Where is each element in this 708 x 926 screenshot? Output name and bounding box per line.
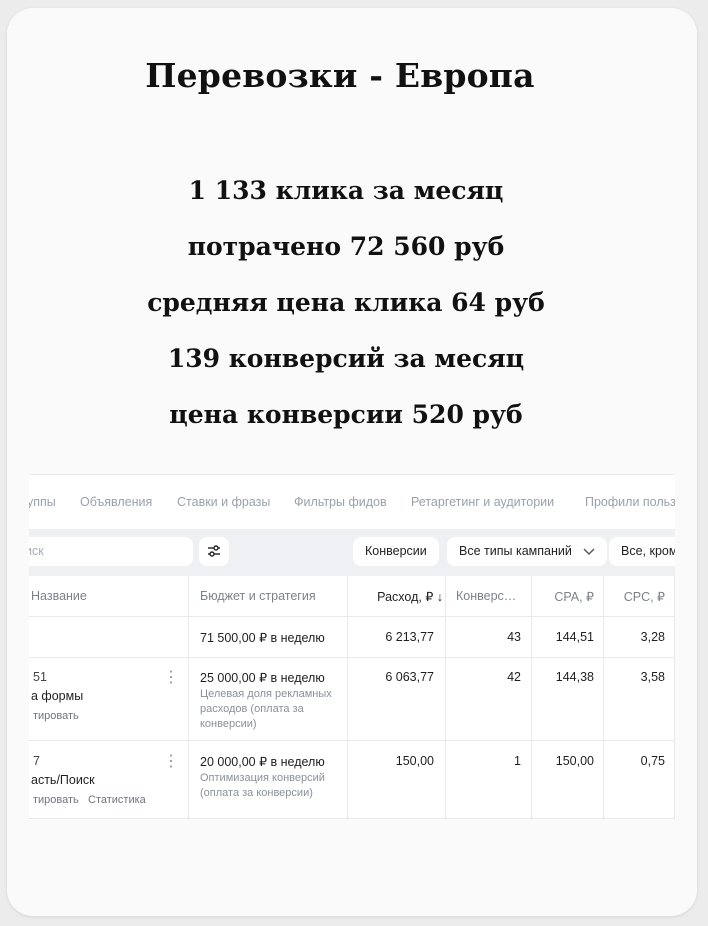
campaign-spend: 6 063,77 [385, 670, 434, 684]
search-input[interactable]: иск [29, 537, 193, 566]
page-title: Перевозки - Европа [145, 56, 535, 95]
campaign-spend: 150,00 [395, 754, 434, 768]
stats-list: 1 133 клика за месяц потрачено 72 560 ру… [7, 166, 697, 446]
campaign-id: 51 [33, 670, 47, 684]
card: Перевозки - Европа 1 133 клика за месяц … [7, 8, 697, 916]
total-spend: 6 213,77 [385, 630, 434, 644]
total-cpc: 3,28 [640, 630, 665, 644]
stat-conversions: 139 конверсий за месяц [167, 344, 525, 373]
campaign-types-dropdown[interactable]: Все типы кампаний [447, 537, 608, 566]
campaign-cpc: 3,58 [640, 670, 665, 684]
column-header-budget[interactable]: Бюджет и стратегия [200, 589, 316, 603]
campaign-budget: 25 000,00 ₽ в неделю [200, 671, 325, 685]
campaign-conversions: 42 [507, 670, 521, 684]
more-icon[interactable]: ⋮ [163, 754, 179, 770]
tab-ads[interactable]: Объявления [80, 495, 152, 509]
more-icon[interactable]: ⋮ [163, 670, 179, 686]
except-filter-label: Все, кроме [621, 544, 675, 558]
campaign-name[interactable]: асть/Поиск [31, 773, 95, 787]
tab-feed-filters[interactable]: Фильтры фидов [294, 495, 387, 509]
total-cpa: 144,51 [555, 630, 594, 644]
campaign-conversions: 1 [514, 754, 521, 768]
except-filter-dropdown[interactable]: Все, кроме [609, 537, 675, 566]
tab-bids-phrases[interactable]: Ставки и фразы [177, 495, 270, 509]
conversions-filter-chip[interactable]: Конверсии [353, 537, 439, 566]
edit-link[interactable]: тировать [33, 710, 79, 722]
campaign-strategy: Целевая доля рекламных расходов (оплата … [200, 688, 332, 730]
statistics-link[interactable]: Статистика [88, 794, 146, 806]
column-header-spend[interactable]: Расход, ₽ ↓ [347, 589, 443, 604]
chevron-down-icon [583, 548, 595, 555]
column-settings-button[interactable] [199, 537, 229, 566]
column-header-name[interactable]: Название [31, 589, 87, 603]
campaign-budget: 20 000,00 ₽ в неделю [200, 755, 325, 769]
total-budget: 71 500,00 ₽ в неделю [200, 631, 325, 645]
stat-avg-cpc: средняя цена клика 64 руб [147, 288, 545, 317]
column-header-conversions[interactable]: Конверс… [456, 589, 516, 603]
filter-bar: иск Конверсии Все типы кампаний [29, 529, 675, 576]
edit-link[interactable]: тировать [33, 794, 79, 806]
total-conversions: 43 [507, 630, 521, 644]
campaign-cpa: 144,38 [555, 670, 594, 684]
column-header-cpc[interactable]: CPC, ₽ [603, 589, 665, 604]
campaign-name[interactable]: а формы [31, 689, 83, 703]
campaigns-table: Название Бюджет и стратегия Расход, ₽ ↓ … [29, 576, 675, 820]
stat-spent: потрачено 72 560 руб [187, 232, 505, 261]
search-placeholder: иск [29, 544, 44, 558]
tab-groups[interactable]: уппы [29, 495, 56, 509]
stat-cost-per-conversion: цена конверсии 520 руб [169, 400, 523, 429]
campaign-types-label: Все типы кампаний [459, 544, 572, 558]
campaign-table-screenshot: уппы Объявления Ставки и фразы Фильтры ф… [29, 474, 675, 820]
campaign-cpa: 150,00 [555, 754, 594, 768]
campaign-strategy: Оптимизация конверсий (оплата за конверс… [200, 772, 325, 799]
tab-retargeting[interactable]: Ретаргетинг и аудитории [411, 495, 554, 509]
stat-clicks: 1 133 клика за месяц [188, 176, 504, 205]
campaign-cpc: 0,75 [640, 754, 665, 768]
campaign-id: 7 [33, 754, 40, 768]
conversions-chip-label: Конверсии [365, 544, 427, 558]
tab-user-profiles[interactable]: Профили польз [585, 495, 675, 509]
tabs-bar: уппы Объявления Ставки и фразы Фильтры ф… [29, 475, 675, 529]
sliders-icon [208, 545, 220, 557]
column-header-cpa[interactable]: CPA, ₽ [531, 589, 594, 604]
